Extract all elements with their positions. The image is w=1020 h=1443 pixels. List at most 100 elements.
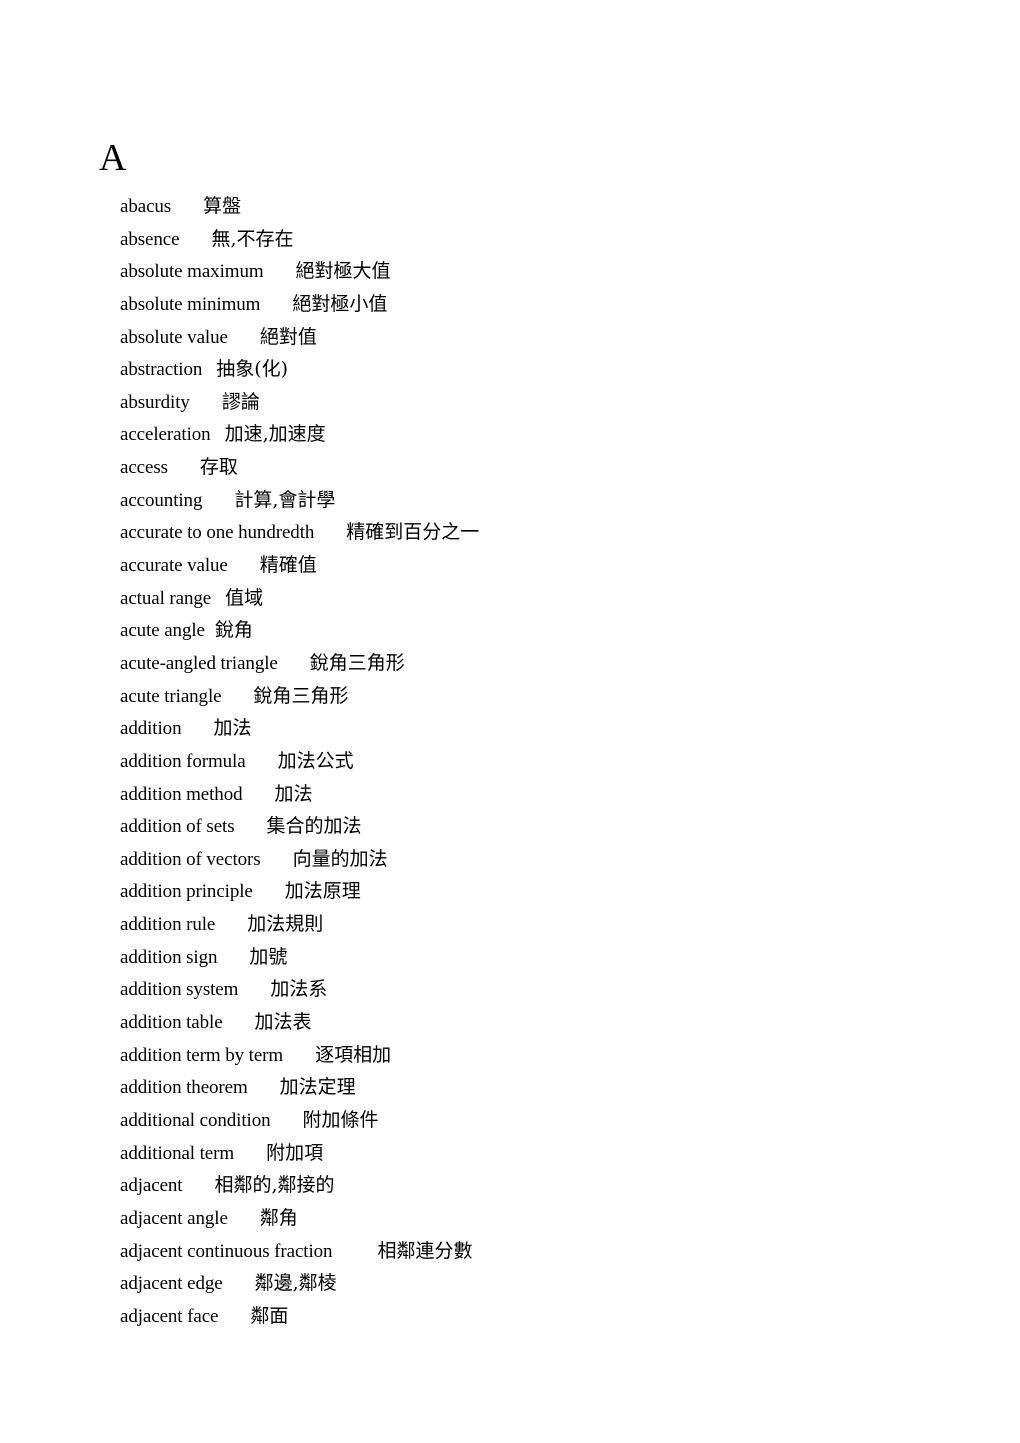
entry-term: addition principle (120, 881, 253, 903)
glossary-entry: acute angle 銳角 (120, 616, 479, 649)
glossary-entry: abstraction 抽象(化) (120, 355, 479, 388)
glossary-entry: access 存取 (120, 453, 479, 486)
glossary-entry: actual range 值域 (120, 584, 479, 617)
glossary-entry: adjacent edge 鄰邊,鄰棱 (120, 1269, 479, 1302)
glossary-entry: absolute value 絕對值 (120, 323, 479, 356)
glossary-entry: addition term by term 逐項相加 (120, 1041, 479, 1074)
entry-term: absolute value (120, 326, 228, 348)
glossary-entry: absurdity 謬論 (120, 388, 479, 421)
entry-translation: 加法原理 (284, 880, 361, 903)
section-heading: A (99, 137, 127, 179)
entry-translation: 無,不存在 (211, 227, 294, 250)
glossary-entry: adjacent face 鄰面 (120, 1302, 479, 1335)
entry-term: acceleration (120, 424, 211, 446)
entry-translation: 集合的加法 (266, 815, 362, 838)
entry-term: additional term (120, 1142, 235, 1164)
entry-term: absurdity (120, 391, 190, 413)
glossary-entry: accurate to one hundredth 精確到百分之一 (120, 518, 479, 551)
entry-translation: 絕對值 (259, 325, 317, 348)
glossary-entry: absolute minimum 絕對極小值 (120, 290, 479, 323)
entry-translation: 加法 (274, 782, 313, 805)
document-page: A abacus 算盤 absence 無,不存在 absolute maximum 絕對… (0, 0, 1020, 1443)
entry-translation: 鄰邊,鄰棱 (254, 1272, 337, 1295)
glossary-entry: accounting 計算,會計學 (120, 486, 479, 519)
entry-term: adjacent edge (120, 1273, 223, 1295)
glossary-entry: addition method 加法 (120, 780, 479, 813)
glossary-entry: addition 加法 (120, 714, 479, 747)
glossary-entry: addition theorem 加法定理 (120, 1073, 479, 1106)
entry-term: acute triangle (120, 685, 222, 707)
entry-translation: 加號 (249, 945, 288, 968)
glossary-entry: adjacent continuous fraction 相鄰連分數 (120, 1237, 479, 1270)
entry-translation: 算盤 (203, 195, 242, 217)
entry-term: access (120, 457, 168, 479)
glossary-entry: absence 無,不存在 (120, 225, 479, 258)
entry-term: absence (120, 228, 180, 250)
entry-translation: 加法規則 (247, 913, 324, 936)
glossary-entry: acceleration 加速,加速度 (120, 420, 479, 453)
glossary-entry: additional term 附加項 (120, 1139, 479, 1172)
entry-translation: 絕對極大值 (295, 260, 391, 283)
entry-term: adjacent angle (120, 1207, 228, 1229)
entry-translation: 逐項相加 (315, 1043, 392, 1066)
glossary-entry: addition formula 加法公式 (120, 747, 479, 780)
entry-translation: 加速,加速度 (224, 423, 326, 446)
entry-translation: 精確到百分之一 (346, 521, 480, 544)
entry-translation: 存取 (199, 456, 238, 479)
glossary-entry: addition of sets 集合的加法 (120, 812, 479, 845)
entry-translation: 抽象(化) (216, 358, 289, 381)
entry-translation: 向量的加法 (292, 847, 388, 870)
entry-term: addition term by term (120, 1044, 284, 1066)
entry-term: addition of vectors (120, 848, 261, 870)
entry-translation: 相鄰的,鄰接的 (214, 1174, 335, 1197)
entry-term: addition formula (120, 750, 246, 772)
glossary-entry: acute-angled triangle 銳角三角形 (120, 649, 479, 682)
entry-term: abstraction (120, 359, 203, 381)
glossary-entry: accurate value 精確值 (120, 551, 479, 584)
entry-translation: 加法系 (270, 978, 328, 1001)
entry-translation: 相鄰連分數 (377, 1239, 473, 1262)
entry-translation: 值域 (225, 586, 264, 609)
entry-term: additional condition (120, 1109, 271, 1131)
entry-translation: 加法定理 (279, 1076, 356, 1099)
glossary-entry: abacus 算盤 (120, 192, 479, 225)
glossary-entry: additional condition 附加條件 (120, 1106, 479, 1139)
glossary-entry: adjacent angle 鄰角 (120, 1204, 479, 1237)
glossary-entry: absolute maximum 絕對極大值 (120, 257, 479, 290)
entry-translation: 加法公式 (277, 749, 354, 772)
entry-term: addition of sets (120, 816, 235, 838)
entry-term: addition system (120, 979, 239, 1001)
entry-term: addition sign (120, 946, 218, 968)
glossary-entry: addition principle 加法原理 (120, 877, 479, 910)
entry-term: absolute minimum (120, 293, 261, 315)
entry-term: acute-angled triangle (120, 652, 278, 674)
glossary-entry: adjacent 相鄰的,鄰接的 (120, 1171, 479, 1204)
entry-term: addition theorem (120, 1077, 248, 1099)
entry-translation: 計算,會計學 (234, 488, 336, 511)
entry-translation: 絕對極小值 (292, 292, 388, 315)
entry-term: absolute maximum (120, 261, 264, 283)
entry-translation: 銳角三角形 (253, 684, 349, 707)
entry-translation: 精確值 (259, 554, 317, 577)
glossary-entry: addition table 加法表 (120, 1008, 479, 1041)
entry-term: addition method (120, 783, 243, 805)
entry-term: accounting (120, 489, 203, 511)
glossary-entry: addition sign 加號 (120, 943, 479, 976)
entry-translation: 謬論 (221, 390, 260, 413)
entry-translation: 銳角三角形 (309, 651, 405, 674)
entry-term: adjacent face (120, 1305, 219, 1327)
glossary-entry: addition of vectors 向量的加法 (120, 845, 479, 878)
entry-translation: 銳角 (214, 619, 253, 642)
entry-term: addition (120, 718, 182, 740)
entry-term: accurate to one hundredth (120, 522, 315, 544)
glossary-entry: acute triangle 銳角三角形 (120, 682, 479, 715)
entry-translation: 加法表 (254, 1011, 312, 1034)
entry-term: addition rule (120, 914, 216, 936)
entry-term: addition table (120, 1012, 223, 1034)
entry-term: adjacent continuous fraction (120, 1240, 333, 1262)
entry-translation: 附加條件 (302, 1108, 379, 1131)
entry-term: accurate value (120, 555, 228, 577)
entry-translation: 鄰角 (259, 1206, 298, 1229)
entry-term: acute angle (120, 620, 205, 642)
glossary-entry: addition rule 加法規則 (120, 910, 479, 943)
